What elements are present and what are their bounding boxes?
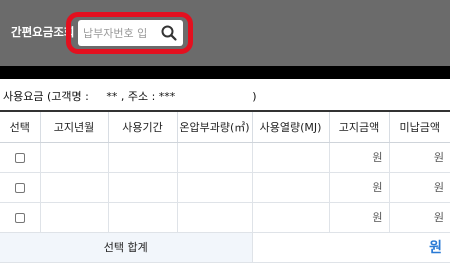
- table-cell: [107, 202, 177, 233]
- table-header-row: 선택 고지년월 사용기간 온압부과량(㎥) 사용열량(MJ) 고지금액 미납금액: [0, 110, 450, 143]
- fee-table: 선택 고지년월 사용기간 온압부과량(㎥) 사용열량(MJ) 고지금액 미납금액…: [0, 110, 450, 263]
- row-checkbox[interactable]: [14, 182, 25, 193]
- usage-summary-suffix: ): [252, 90, 257, 103]
- column-header: 온압부과량(㎥): [176, 110, 252, 143]
- table-cell: [251, 202, 329, 233]
- column-header: 미납금액: [388, 110, 450, 143]
- table-row: 원 원: [0, 142, 450, 173]
- search-box[interactable]: [78, 20, 183, 46]
- total-value: 원: [251, 232, 450, 263]
- table-cell: [251, 142, 329, 173]
- billed-amount: 원: [328, 202, 389, 233]
- usage-summary-masked: ** , 주소 : ***: [106, 90, 176, 103]
- usage-summary: 사용요금 (고객명 : ** , 주소 : *** ): [3, 88, 257, 104]
- search-icon[interactable]: [160, 24, 178, 42]
- quick-fee-label: 간편요금조회: [11, 25, 75, 39]
- unpaid-amount: 원: [388, 172, 450, 203]
- column-header: 사용기간: [107, 110, 177, 143]
- top-bar: 간편요금조회: [0, 0, 450, 66]
- table-cell: [176, 202, 252, 233]
- table-cell: [107, 172, 177, 203]
- table-cell: [39, 202, 108, 233]
- divider-bar: [0, 66, 450, 79]
- billed-amount: 원: [328, 142, 389, 173]
- usage-summary-prefix: 사용요금 (고객명 :: [3, 90, 89, 103]
- row-checkbox[interactable]: [14, 212, 25, 223]
- unpaid-amount: 원: [388, 202, 450, 233]
- column-header: 사용열량(MJ): [251, 110, 329, 143]
- column-header: 고지년월: [39, 110, 108, 143]
- column-header: 선택: [0, 110, 40, 143]
- table-cell: [39, 172, 108, 203]
- table-cell: [39, 142, 108, 173]
- total-label: 선택 합계: [0, 232, 252, 263]
- total-row: 선택 합계 원: [0, 232, 450, 263]
- table-cell: [176, 142, 252, 173]
- search-input[interactable]: [78, 21, 158, 45]
- table-row: 원 원: [0, 172, 450, 203]
- billed-amount: 원: [328, 172, 389, 203]
- row-checkbox[interactable]: [14, 152, 25, 163]
- column-header: 고지금액: [328, 110, 389, 143]
- table-cell: [176, 172, 252, 203]
- table-cell: [251, 172, 329, 203]
- unpaid-amount: 원: [388, 142, 450, 173]
- table-row: 원 원: [0, 202, 450, 233]
- table-cell: [107, 142, 177, 173]
